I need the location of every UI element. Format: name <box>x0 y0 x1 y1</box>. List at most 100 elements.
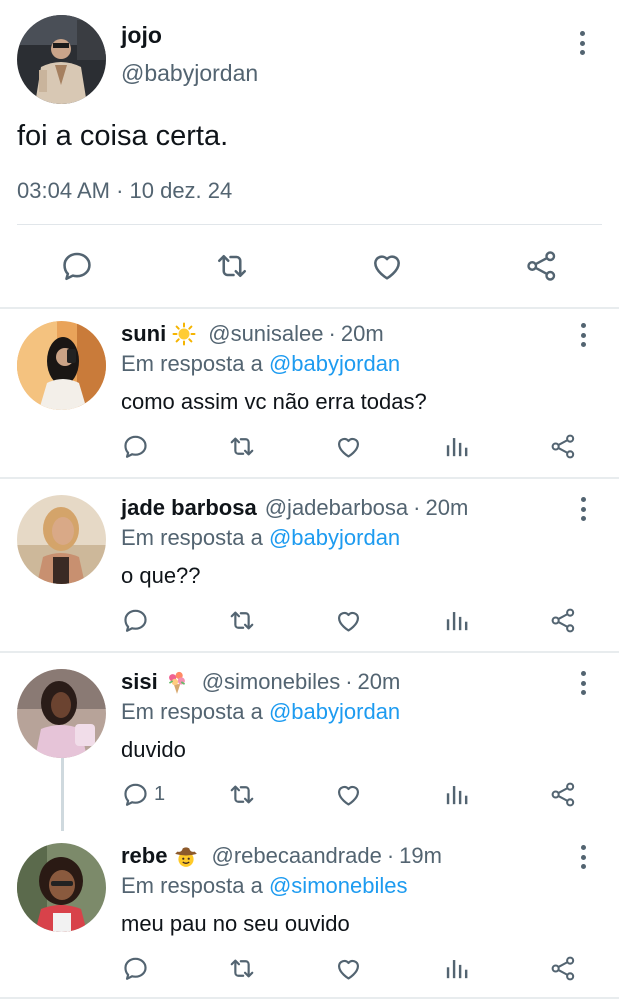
in-reply-to: Em resposta a @babyjordan <box>121 351 400 377</box>
share-button[interactable] <box>549 954 578 983</box>
reply-header: sisi @simonebiles · 20m <box>121 669 400 695</box>
analytics-icon <box>446 612 468 631</box>
mention-link[interactable]: @babyjordan <box>269 699 400 724</box>
retweet-icon <box>230 785 254 804</box>
share-button[interactable] <box>549 432 578 461</box>
like-icon <box>337 959 360 980</box>
reply-icon <box>63 252 91 281</box>
retweet-button[interactable] <box>227 606 257 635</box>
reply-text: duvido <box>121 737 186 762</box>
like-button[interactable] <box>334 954 363 983</box>
reply-time[interactable]: 20m <box>425 495 468 521</box>
reply-button[interactable]: 1 <box>121 780 165 809</box>
reply-header: rebe @rebecaandrade · 19m <box>121 843 442 869</box>
reply-header: jade barbosa @jadebarbosa · 20m <box>121 495 468 521</box>
reply-text: como assim vc não erra todas? <box>121 389 427 414</box>
avatar[interactable] <box>17 669 106 758</box>
section-divider <box>0 477 619 479</box>
cowboy-icon <box>173 843 199 869</box>
like-icon <box>337 437 360 458</box>
share-icon <box>551 434 575 459</box>
author-handle[interactable]: @sunisalee <box>208 321 323 347</box>
reply-count: 1 <box>154 783 166 805</box>
analytics-icon <box>446 438 468 457</box>
retweet-icon <box>230 959 254 978</box>
reply-button[interactable] <box>121 606 150 635</box>
analytics-icon <box>446 960 468 979</box>
reply-tweet[interactable]: sisi @simonebiles · 20m Em resposta a @b… <box>0 657 619 831</box>
like-button[interactable] <box>334 606 363 635</box>
sun-icon <box>172 322 196 346</box>
mention-link[interactable]: @babyjordan <box>269 351 400 376</box>
share-button[interactable] <box>524 248 560 284</box>
section-divider <box>0 997 619 999</box>
reply-actions <box>0 949 619 989</box>
in-reply-prefix: Em resposta a <box>121 699 263 724</box>
like-button[interactable] <box>334 780 363 809</box>
more-options-icon[interactable] <box>578 31 586 55</box>
mention-link[interactable]: @babyjordan <box>269 525 400 550</box>
like-button[interactable] <box>334 432 363 461</box>
reply-time[interactable]: 20m <box>358 669 401 695</box>
author-handle[interactable]: @rebecaandrade <box>211 843 381 869</box>
retweet-icon <box>230 611 254 630</box>
in-reply-prefix: Em resposta a <box>121 525 263 550</box>
author-handle[interactable]: @jadebarbosa <box>265 495 408 521</box>
more-options-icon[interactable] <box>579 671 587 695</box>
author-name[interactable]: suni <box>121 321 166 347</box>
reply-button[interactable] <box>121 954 150 983</box>
mention-link[interactable]: @simonebiles <box>269 873 408 898</box>
views-button[interactable] <box>442 606 471 635</box>
reply-text: meu pau no seu ouvido <box>121 911 350 936</box>
divider <box>17 224 602 225</box>
tweet-text: foi a coisa certa. <box>17 120 229 152</box>
views-button[interactable] <box>442 432 471 461</box>
in-reply-to: Em resposta a @babyjordan <box>121 699 400 725</box>
like-icon <box>337 785 360 806</box>
avatar[interactable] <box>17 15 106 104</box>
reply-button[interactable] <box>59 248 95 284</box>
views-button[interactable] <box>442 954 471 983</box>
main-tweet: jojo @babyjordan foi a coisa certa. 03:0… <box>0 0 619 308</box>
author-name[interactable]: sisi <box>121 669 158 695</box>
avatar[interactable] <box>17 495 106 584</box>
reply-text: o que?? <box>121 563 201 588</box>
like-icon <box>374 255 400 280</box>
retweet-button[interactable] <box>213 248 251 284</box>
reply-tweet[interactable]: jade barbosa @jadebarbosa · 20m Em respo… <box>0 483 619 657</box>
retweet-icon <box>217 254 247 278</box>
retweet-button[interactable] <box>227 780 257 809</box>
author-name[interactable]: jade barbosa <box>121 495 257 521</box>
like-icon <box>337 611 360 632</box>
bouquet-icon <box>164 669 190 695</box>
share-icon <box>551 608 575 633</box>
retweet-button[interactable] <box>227 432 257 461</box>
reply-icon <box>124 783 147 806</box>
author-name[interactable]: rebe <box>121 843 167 869</box>
share-button[interactable] <box>549 606 578 635</box>
more-options-icon[interactable] <box>579 497 587 521</box>
more-options-icon[interactable] <box>579 845 587 869</box>
reply-tweet[interactable]: suni @sunisalee · 20m Em resposta a @bab… <box>0 309 619 483</box>
author-handle[interactable]: @babyjordan <box>121 60 258 87</box>
like-button[interactable] <box>369 248 405 284</box>
in-reply-to: Em resposta a @babyjordan <box>121 525 400 551</box>
reply-tweet[interactable]: rebe @rebecaandrade · 19m Em resposta a … <box>0 831 619 1000</box>
reply-time[interactable]: 20m <box>341 321 384 347</box>
author-name[interactable]: jojo <box>121 22 162 49</box>
reply-icon <box>124 435 147 458</box>
more-options-icon[interactable] <box>579 323 587 347</box>
views-button[interactable] <box>442 780 471 809</box>
avatar[interactable] <box>17 321 106 410</box>
avatar[interactable] <box>17 843 106 932</box>
share-button[interactable] <box>549 780 578 809</box>
reply-button[interactable] <box>121 432 150 461</box>
in-reply-to: Em resposta a @simonebiles <box>121 873 407 899</box>
author-handle[interactable]: @simonebiles <box>202 669 341 695</box>
retweet-button[interactable] <box>227 954 257 983</box>
reply-header: suni @sunisalee · 20m <box>121 321 384 347</box>
share-icon <box>551 956 575 981</box>
separator-dot: · <box>345 669 353 694</box>
tweet-timestamp[interactable]: 03:04 AM · 10 dez. 24 <box>17 178 232 204</box>
reply-time[interactable]: 19m <box>399 843 442 869</box>
